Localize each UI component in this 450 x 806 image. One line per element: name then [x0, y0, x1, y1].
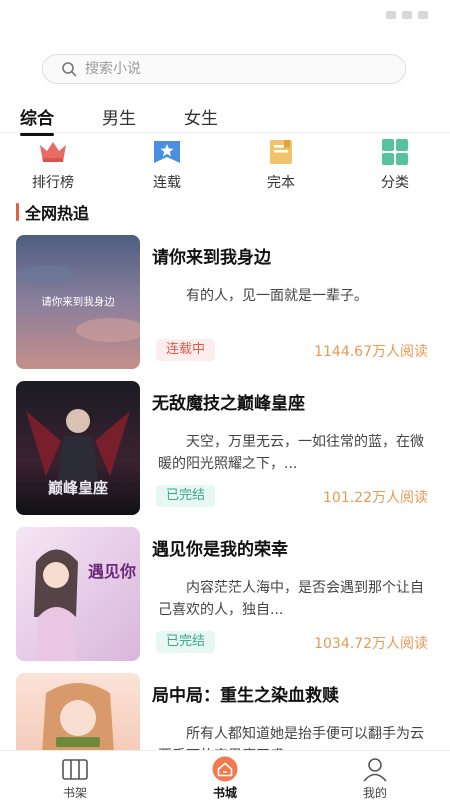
book-description: 有的人，见一面就是一辈子。 — [186, 288, 368, 304]
nav-label: 我的 — [362, 786, 387, 800]
gender-tabs: 综合 男生 女生 — [20, 104, 218, 136]
crown-icon — [40, 142, 66, 162]
search-icon — [62, 62, 77, 77]
nav-profile[interactable]: 我的 — [300, 751, 450, 806]
book-title: 遇见你是我的荣幸 — [152, 540, 288, 560]
book-title: 请你来到我身边 — [152, 248, 271, 268]
cover-title-text: 巅峰皇座 — [48, 479, 108, 497]
status-bar — [0, 0, 450, 30]
section-header: 全网热追 — [16, 200, 89, 224]
category-label: 排行榜 — [32, 175, 74, 191]
section-title: 全网热追 — [25, 204, 90, 223]
cover-title-text: 遇见你 — [88, 562, 136, 581]
book-read-count: 101.22万人阅读 — [323, 490, 428, 506]
cover-title-text: 请你来到我身边 — [41, 295, 115, 308]
book-status-badge: 已完结 — [156, 485, 216, 507]
category-row: 排行榜 连载 完本 分类 — [0, 138, 450, 194]
finished-book-icon — [270, 140, 292, 164]
category-label: 分类 — [381, 175, 409, 191]
wifi-icon — [402, 11, 412, 19]
category-label: 连载 — [153, 175, 181, 191]
tab-divider — [0, 132, 450, 133]
tab-general[interactable]: 综合 — [20, 104, 54, 136]
bottom-nav: 书架 书城 我的 — [0, 750, 450, 806]
nav-bookstore[interactable]: 书城 — [150, 751, 300, 806]
category-serial[interactable]: 连载 — [122, 138, 212, 192]
nav-bookshelf[interactable]: 书架 — [0, 751, 150, 806]
tab-male[interactable]: 男生 — [102, 104, 136, 129]
search-bar[interactable] — [42, 54, 406, 84]
category-classify[interactable]: 分类 — [350, 138, 440, 192]
book-status-badge: 连载中 — [156, 339, 216, 361]
book-title: 无敌魔技之巅峰皇座 — [152, 394, 305, 414]
book-status-badge: 已完结 — [156, 631, 216, 653]
section-accent-bar — [16, 203, 19, 221]
bookshelf-icon — [62, 759, 88, 780]
category-finished[interactable]: 完本 — [236, 138, 326, 192]
category-label: 完本 — [267, 175, 295, 191]
book-item[interactable]: 巅峰皇座 无敌魔技之巅峰皇座 天空，万里无云，一如往常的蓝，在微暖的阳光照耀之下… — [0, 381, 450, 521]
bookmark-star-icon — [154, 141, 180, 163]
nav-label: 书城 — [212, 786, 237, 800]
status-icons — [386, 11, 428, 19]
book-cover: 巅峰皇座 — [16, 381, 140, 515]
nav-label: 书架 — [62, 786, 87, 800]
home-icon — [212, 756, 238, 782]
category-ranking[interactable]: 排行榜 — [8, 138, 98, 192]
signal-icon — [386, 11, 396, 19]
book-item[interactable]: 请你来到我身边 请你来到我身边 有的人，见一面就是一辈子。 连载中 1144.6… — [0, 235, 450, 375]
book-description: 天空，万里无云，一如往常的蓝，在微暖的阳光照耀之下，... — [158, 434, 424, 472]
search-input[interactable] — [85, 61, 385, 77]
book-description: 内容茫茫人海中，是否会遇到那个让自己喜欢的人，独自... — [158, 580, 424, 618]
grid-icon — [382, 139, 408, 165]
book-read-count: 1144.67万人阅读 — [314, 344, 428, 360]
book-cover: 遇见你 — [16, 527, 140, 661]
book-title: 局中局：重生之染血救赎 — [152, 686, 339, 706]
user-icon — [363, 758, 387, 782]
book-cover: 请你来到我身边 — [16, 235, 140, 369]
battery-icon — [418, 11, 428, 19]
tab-female[interactable]: 女生 — [184, 104, 218, 129]
book-read-count: 1034.72万人阅读 — [314, 636, 428, 652]
book-item[interactable]: 遇见你 遇见你是我的荣幸 内容茫茫人海中，是否会遇到那个让自己喜欢的人，独自..… — [0, 527, 450, 667]
